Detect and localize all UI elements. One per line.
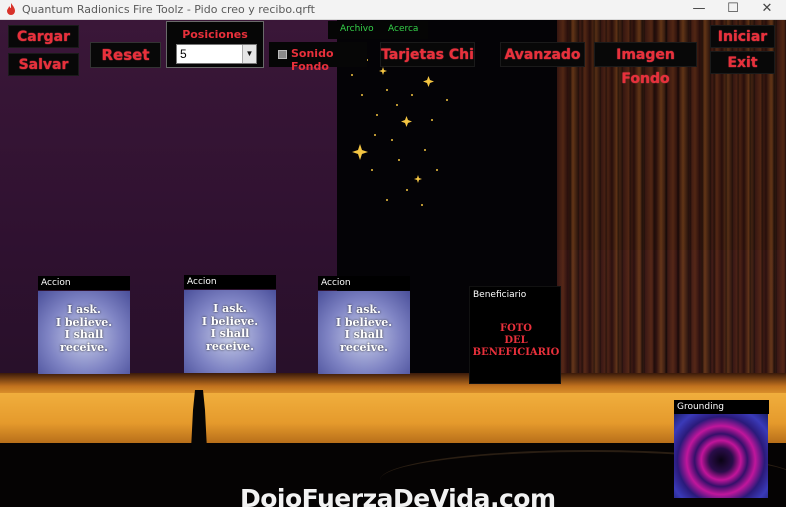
posiciones-dropdown[interactable]: 5 ▼ <box>176 44 257 64</box>
accion-card-text: I ask. I believe. I shall receive. <box>201 302 259 353</box>
accion-label-3: Accion <box>318 276 410 290</box>
exit-button[interactable]: Exit <box>710 51 775 74</box>
flame-icon <box>7 3 15 15</box>
accion-card-text: I ask. I believe. I shall receive. <box>335 303 393 354</box>
accion-label-1: Accion <box>38 276 130 290</box>
title-bar: Quantum Radionics Fire Toolz - Pido creo… <box>0 0 786 20</box>
menu-bar: Archivo Acerca <box>328 21 428 39</box>
menu-archivo[interactable]: Archivo <box>340 24 374 34</box>
tarjetas-chi-button[interactable]: Tarjetas Chi <box>380 42 475 67</box>
window-title: Quantum Radionics Fire Toolz - Pido creo… <box>22 3 315 16</box>
menu-acerca[interactable]: Acerca <box>388 24 418 34</box>
watermark-text: DojoFuerzaDeVida.com <box>240 484 556 507</box>
chevron-down-icon[interactable]: ▼ <box>242 45 256 63</box>
beneficiario-label: Beneficiario <box>473 290 527 300</box>
person-silhouette-icon <box>191 380 207 450</box>
reset-button[interactable]: Reset <box>90 42 161 68</box>
grounding-label: Grounding <box>674 400 769 414</box>
accion-card-2[interactable]: I ask. I believe. I shall receive. <box>184 290 276 373</box>
accion-label-2: Accion <box>184 275 276 289</box>
sonido-fondo-checkbox[interactable] <box>278 50 287 59</box>
posiciones-group: Posiciones 5 ▼ <box>166 21 264 68</box>
salvar-button[interactable]: Salvar <box>8 53 79 76</box>
stage: Cargar Salvar Reset Posiciones 5 ▼ Sonid… <box>0 20 786 507</box>
iniciar-button[interactable]: Iniciar <box>710 25 775 48</box>
close-button[interactable]: ✕ <box>745 0 786 20</box>
sonido-fondo-label: Sonido Fondo <box>291 47 334 73</box>
accion-card-3[interactable]: I ask. I believe. I shall receive. <box>318 291 410 374</box>
stage-floor <box>0 393 786 443</box>
stage-backdrop-band <box>0 373 786 395</box>
grounding-image[interactable] <box>674 414 768 498</box>
cargar-button[interactable]: Cargar <box>8 25 79 48</box>
beneficiario-panel[interactable]: Beneficiario FOTO DEL BENEFICIARIO <box>469 286 561 384</box>
sonido-fondo-toggle[interactable]: Sonido Fondo <box>269 42 367 73</box>
imagen-fondo-button[interactable]: Imagen Fondo <box>594 42 697 87</box>
beneficiario-photo-placeholder: FOTO DEL BENEFICIARIO <box>472 323 560 358</box>
posiciones-value: 5 <box>180 47 187 61</box>
posiciones-label: Posiciones <box>182 28 248 41</box>
accion-card-text: I ask. I believe. I shall receive. <box>55 303 113 354</box>
accion-card-1[interactable]: I ask. I believe. I shall receive. <box>38 291 130 374</box>
avanzado-button[interactable]: Avanzado <box>500 42 585 67</box>
